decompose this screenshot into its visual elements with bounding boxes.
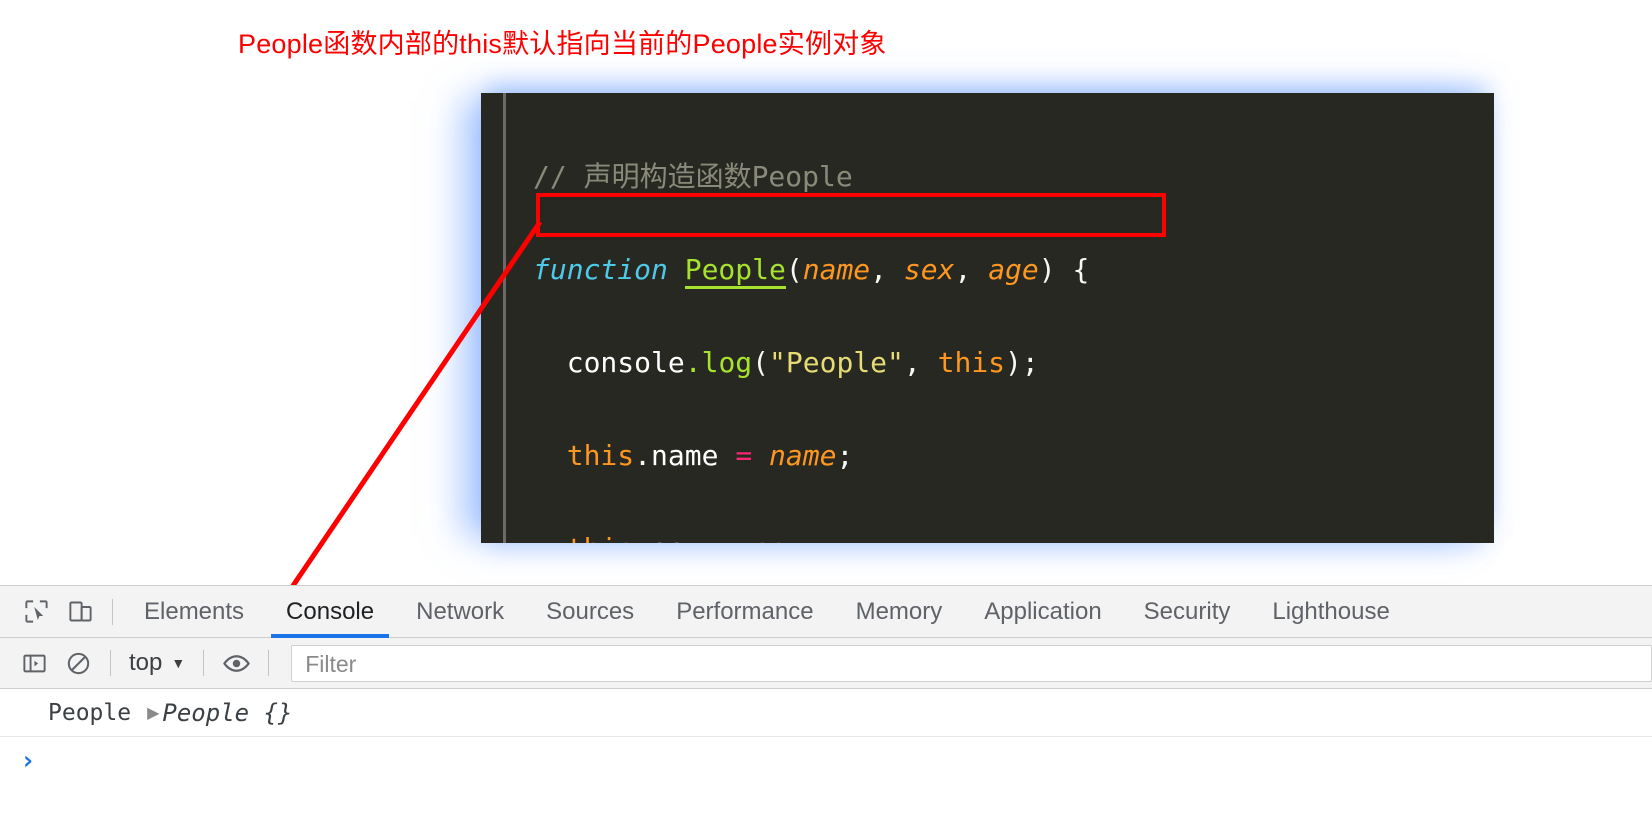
tab-security[interactable]: Security [1123,586,1252,638]
console-message-label: People [48,699,132,726]
tab-memory[interactable]: Memory [835,586,964,638]
toolbar-divider [203,650,205,676]
expand-triangle-icon[interactable]: ▶ [147,703,159,723]
this-keyword: this [937,345,1006,379]
toolbar-divider [110,650,111,676]
console-prompt-row[interactable]: › [0,737,1652,785]
tab-lighthouse[interactable]: Lighthouse [1251,586,1410,638]
param-name: name [802,252,871,286]
paren-open: ( [752,345,770,379]
console-context-selector[interactable]: top ▼ [121,649,193,677]
assign-operator: = [718,532,735,544]
context-label: top [129,649,163,676]
toolbar-divider [268,650,270,676]
code-comment: // 声明构造函数People [533,159,853,193]
tab-elements[interactable]: Elements [123,586,265,638]
no-entry-icon [67,652,89,674]
paren-close-semi: ); [1005,345,1039,379]
console-filter-input[interactable]: Filter [291,644,1652,682]
inspect-cursor-icon [24,600,48,623]
comma: , [954,252,989,286]
code-line-1: // 声明构造函数People [533,154,1494,201]
dot: . [634,438,652,472]
live-expression-icon[interactable] [214,641,258,685]
param-sex: sex [752,532,803,544]
paren-open: ( [785,252,803,286]
prompt-chevron-icon: › [20,746,36,776]
code-line-2: function People(name, sex, age) { [533,247,1494,294]
tab-sources[interactable]: Sources [525,586,655,638]
semicolon: ; [803,532,820,544]
inspect-element-icon[interactable] [14,590,58,634]
eye-icon [222,654,250,672]
this-keyword: this [566,438,635,472]
sidebar-toggle-icon [22,654,46,672]
param-sex: sex [903,252,955,286]
paren-close-brace: ) { [1038,252,1090,286]
code-indent-guide [503,93,506,543]
code-line-4: this.name = name; [533,433,1494,480]
device-toggle-icon [68,601,92,622]
tab-performance[interactable]: Performance [655,586,834,638]
dot: . [634,532,651,544]
console-object-preview[interactable]: People {} [162,699,292,727]
console-message-row[interactable]: People ▶ People {} [0,689,1652,737]
code-block: // 声明构造函数People function People(name, se… [481,93,1494,543]
this-keyword: this [567,532,634,544]
tab-application[interactable]: Application [963,586,1122,638]
tab-console[interactable]: Console [265,586,395,638]
chevron-down-icon: ▼ [171,655,186,671]
comma: , [903,345,938,379]
devtools-tabbar: Elements Console Network Sources Perform… [0,586,1652,638]
assign-operator: = [735,438,753,472]
toolbar-divider [112,598,113,625]
code-lines: // 声明构造函数People function People(name, se… [533,107,1494,544]
clear-console-icon[interactable] [56,641,100,685]
comma: , [870,252,904,286]
device-toolbar-icon[interactable] [58,590,102,634]
keyword-function: function [533,252,668,286]
param-name: name [769,438,837,472]
tab-network[interactable]: Network [395,586,525,638]
code-line-3: console.log("People", this); [533,340,1494,387]
console-toolbar: top ▼ Filter [0,638,1652,689]
property-name: name [651,438,719,472]
param-age: age [988,252,1039,286]
console-prompt-input[interactable] [48,744,1652,778]
code-line-5: this.sex = sex; [533,526,1494,544]
property-sex: sex [651,532,702,544]
function-name: People [684,252,786,289]
semicolon: ; [836,438,854,472]
devtools-panel: Elements Console Network Sources Perform… [0,585,1652,836]
console-sidebar-icon[interactable] [12,641,56,685]
console-object: console [566,345,685,379]
annotation-title: People函数内部的this默认指向当前的People实例对象 [238,29,887,59]
log-method: .log [684,345,753,379]
log-string: "People" [769,345,904,379]
console-output: People ▶ People {} › [0,689,1652,785]
